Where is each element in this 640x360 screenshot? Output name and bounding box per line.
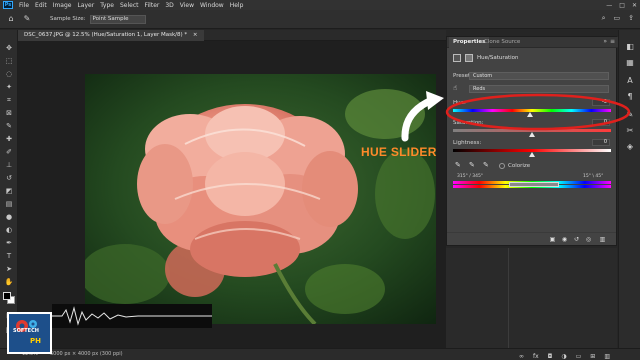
hue-slider-callout: HUE SLIDER xyxy=(361,145,437,159)
layer-style-icon[interactable]: fx xyxy=(533,351,539,360)
hue-highlight-ellipse xyxy=(445,93,631,131)
link-layers-icon[interactable]: ∞ xyxy=(519,351,524,360)
new-group-icon[interactable]: ▭ xyxy=(576,351,582,360)
document-size: 6000 px × 4000 px (300 ppi) xyxy=(50,351,123,357)
add-mask-icon[interactable]: ◘ xyxy=(548,351,553,360)
foreground-color-swatch[interactable] xyxy=(3,292,11,300)
watermark-sub: PH xyxy=(30,337,41,345)
callout-arrowhead xyxy=(426,91,444,110)
delete-layer-icon[interactable]: ▥ xyxy=(604,351,610,360)
new-adjustment-icon[interactable]: ◑ xyxy=(561,351,566,360)
status-bar: 12.5% 6000 px × 4000 px (300 ppi) ∞ fx ◘… xyxy=(0,348,640,360)
layers-footer-icons: ∞ fx ◘ ◑ ▭ ⊞ ▥ xyxy=(519,351,610,360)
new-layer-icon[interactable]: ⊞ xyxy=(590,351,595,360)
watermark-brand: SOFTECH xyxy=(13,328,39,334)
watermark-logo: SOFTECH PH xyxy=(7,312,52,354)
photoshop-window: Ps File Edit Image Layer Type Select Fil… xyxy=(0,0,640,360)
annotation-overlay xyxy=(401,91,631,142)
